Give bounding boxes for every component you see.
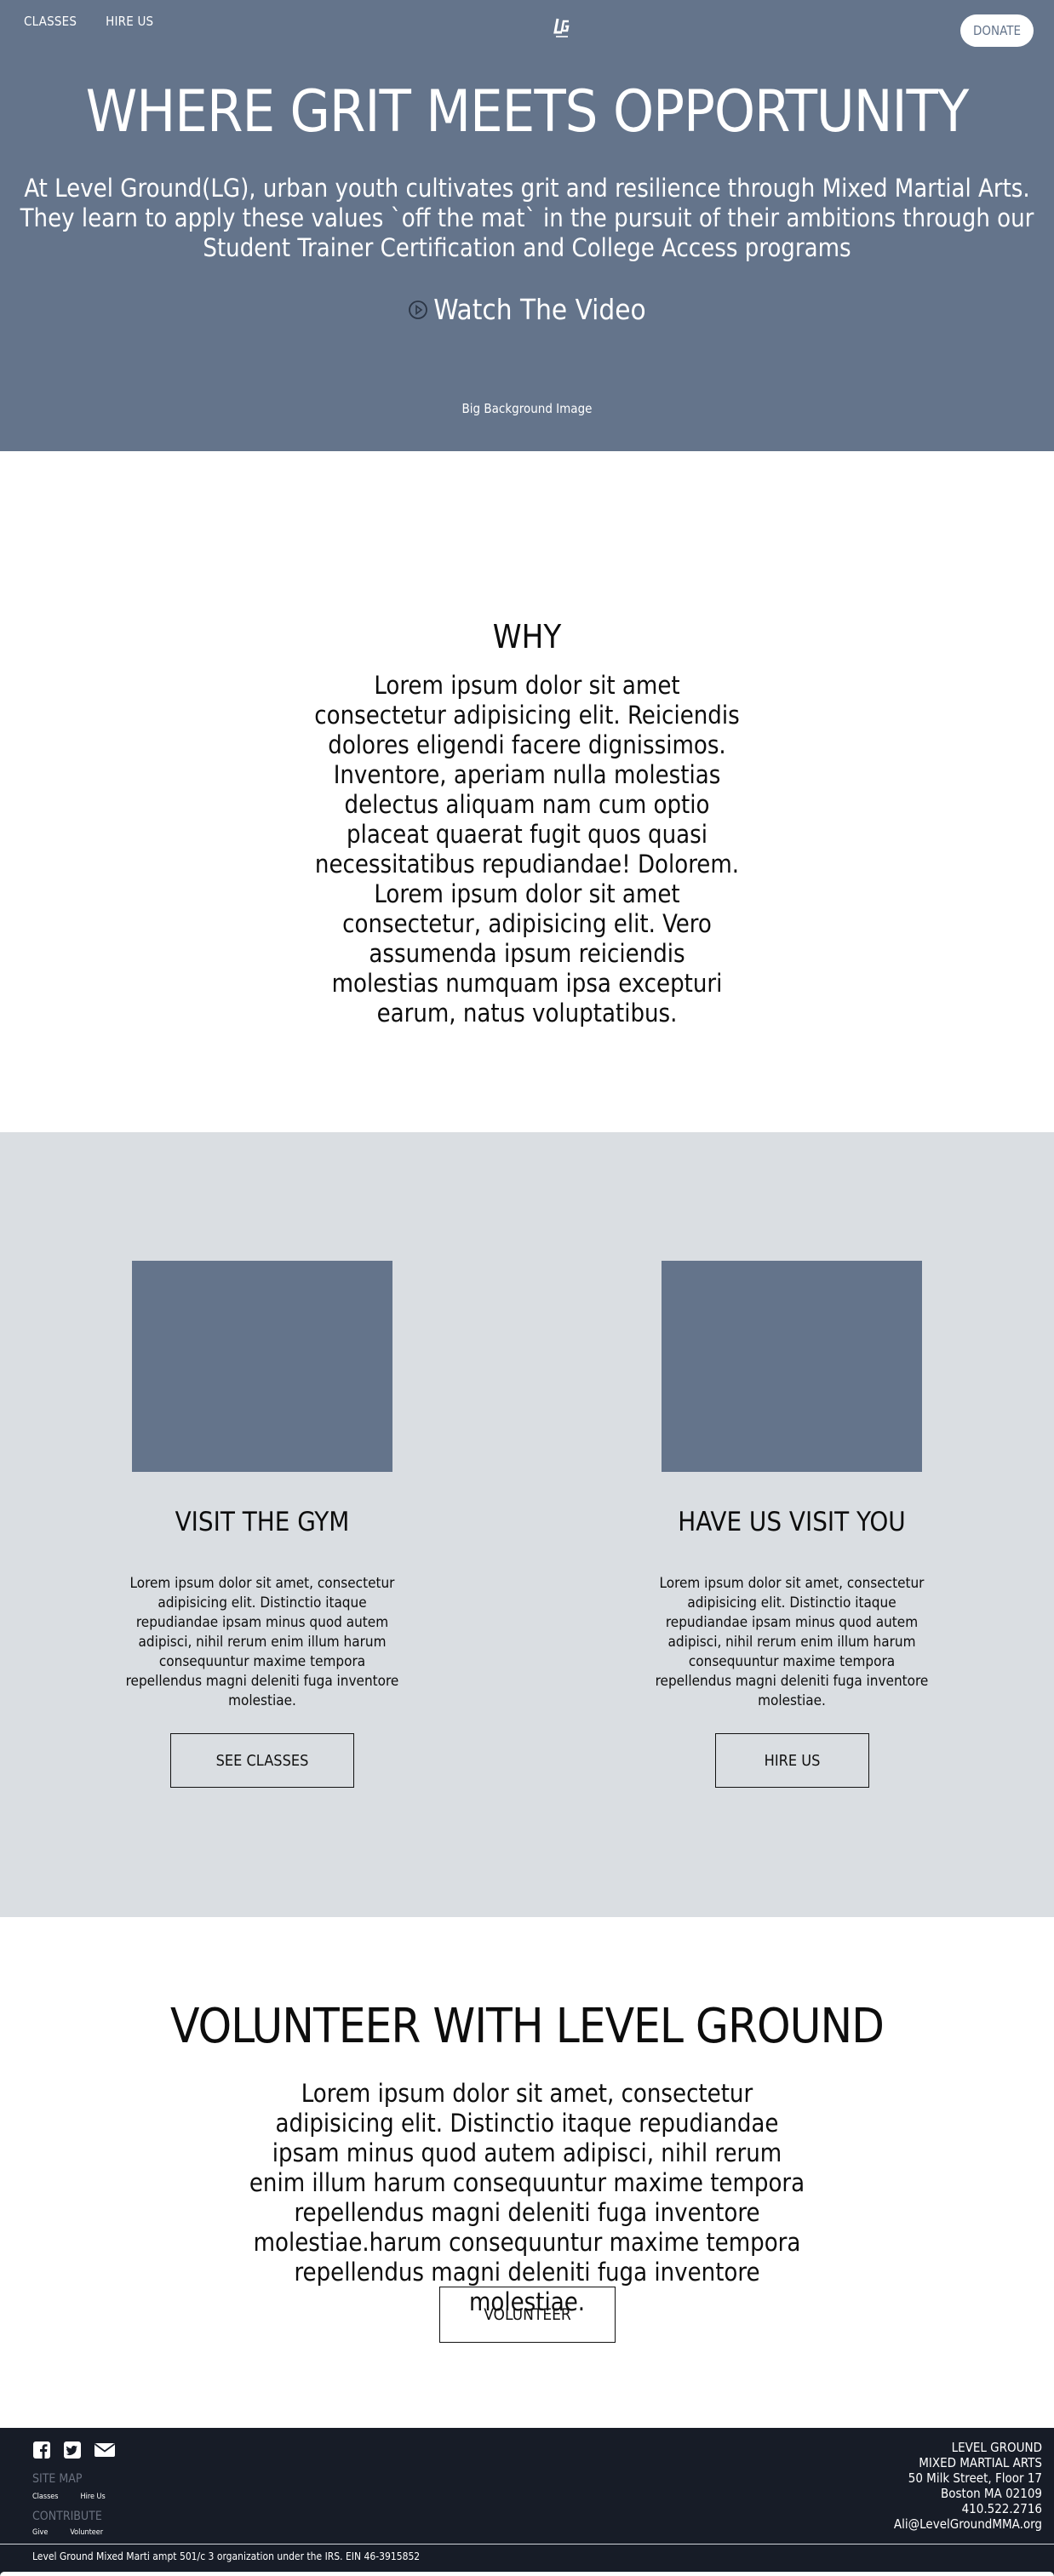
site-map-links: Classes Hire Us xyxy=(32,2493,106,2501)
volunteer-body: Lorem ipsum dolor sit amet, consectetur … xyxy=(249,2079,805,2316)
watch-video-link[interactable]: Watch The Video xyxy=(0,293,1054,326)
hero-section: CLASSES HIRE US DONATE WHERE GRIT MEETS … xyxy=(0,0,1054,451)
facebook-icon[interactable] xyxy=(32,2441,51,2463)
hero-subtitle: At Level Ground(LG), urban youth cultiva… xyxy=(20,174,1034,262)
twitter-icon[interactable] xyxy=(63,2441,82,2463)
volunteer-section: VOLUNTEER WITH LEVEL GROUND Lorem ipsum … xyxy=(0,1917,1054,2428)
site-footer: SITE MAP Classes Hire Us CONTRIBUTE Give… xyxy=(0,2428,1054,2576)
footer-divider xyxy=(0,2544,1054,2545)
why-title: WHY xyxy=(492,618,562,655)
background-image-caption: Big Background Image xyxy=(461,401,593,416)
volunteer-button[interactable]: VOLUNTEER xyxy=(439,2287,616,2343)
card-image-placeholder xyxy=(662,1261,922,1472)
nav-link-classes[interactable]: CLASSES xyxy=(24,14,77,29)
see-classes-button[interactable]: SEE CLASSES xyxy=(170,1733,354,1788)
top-nav: CLASSES HIRE US xyxy=(24,14,153,29)
card-text: Lorem ipsum dolor sit amet, consectetur … xyxy=(655,1575,929,1709)
address-line: MIXED MARTIAL ARTS xyxy=(919,2455,1042,2470)
footer-bottom-bar xyxy=(0,2572,1054,2576)
visit-cards-section: VISIT THE GYM Lorem ipsum dolor sit amet… xyxy=(0,1132,1054,1917)
address-line: Boston MA 02109 xyxy=(940,2486,1042,2501)
why-body: Lorem ipsum dolor sit amet consectetur a… xyxy=(314,671,740,1028)
footer-phone[interactable]: 410.522.2716 xyxy=(894,2501,1042,2516)
hero-title: WHERE GRIT MEETS OPPORTUNITY xyxy=(85,78,969,146)
footer-address: LEVEL GROUND MIXED MARTIAL ARTS 50 Milk … xyxy=(894,2440,1042,2532)
watch-video-label: Watch The Video xyxy=(433,293,646,326)
donate-button[interactable]: DONATE xyxy=(960,14,1034,47)
volunteer-title: VOLUNTEER WITH LEVEL GROUND xyxy=(170,1999,885,2054)
footer-email[interactable]: Ali@LevelGroundMMA.org xyxy=(894,2516,1042,2532)
nav-link-hire-us[interactable]: HIRE US xyxy=(106,14,153,29)
footer-link-classes[interactable]: Classes xyxy=(32,2493,59,2501)
footer-link-hire-us[interactable]: Hire Us xyxy=(81,2493,106,2501)
footer-link-give[interactable]: Give xyxy=(32,2528,48,2537)
card-text: Lorem ipsum dolor sit amet, consectetur … xyxy=(125,1575,399,1709)
contribute-links: Give Volunteer xyxy=(32,2528,103,2537)
address-line: 50 Milk Street, Floor 17 xyxy=(908,2470,1042,2486)
envelope-icon[interactable] xyxy=(94,2441,116,2462)
card-title: VISIT THE GYM xyxy=(175,1507,350,1537)
footer-legal-text: Level Ground Mixed Marti ampt 501/c 3 or… xyxy=(32,2550,421,2562)
footer-link-volunteer[interactable]: Volunteer xyxy=(70,2528,103,2537)
level-ground-logo[interactable] xyxy=(553,17,571,41)
card-image-placeholder xyxy=(132,1261,392,1472)
logo-icon xyxy=(553,18,570,37)
contribute-heading: CONTRIBUTE xyxy=(32,2510,102,2523)
social-links xyxy=(32,2441,116,2463)
why-section: WHY Lorem ipsum dolor sit amet consectet… xyxy=(0,451,1054,1132)
card-title: HAVE US VISIT YOU xyxy=(678,1507,906,1537)
play-circle-icon xyxy=(409,300,428,319)
hire-us-button[interactable]: HIRE US xyxy=(715,1733,869,1788)
site-map-heading: SITE MAP xyxy=(32,2472,83,2486)
address-line: LEVEL GROUND xyxy=(951,2440,1042,2455)
